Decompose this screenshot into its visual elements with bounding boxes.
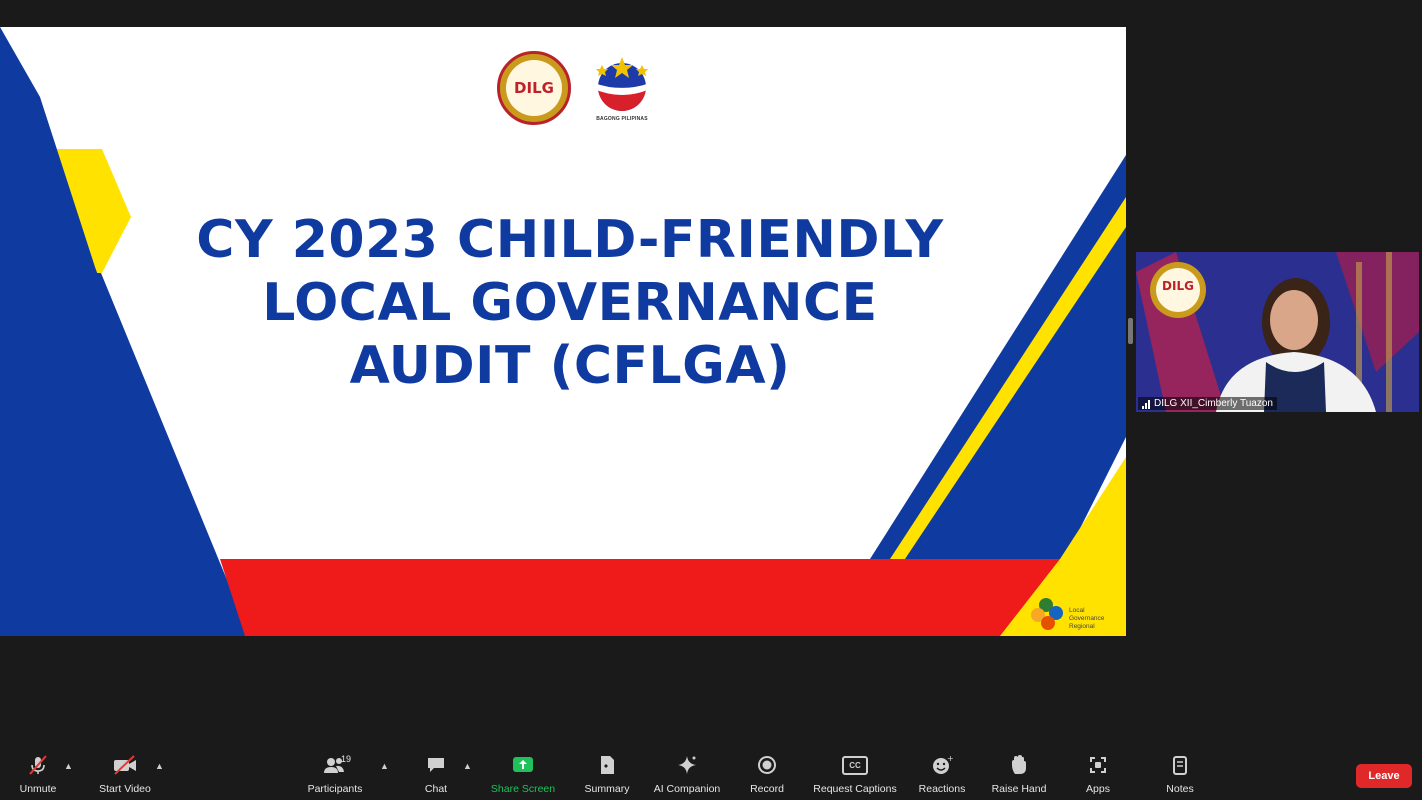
participant-video-tile[interactable]: DILG DILG XII_Cimberly Tuazon <box>1136 252 1419 412</box>
cc-icon-text: CC <box>842 755 868 775</box>
chat-options-caret-icon[interactable]: ▲ <box>463 761 472 771</box>
corner-logo-line-3: Regional <box>1069 623 1095 630</box>
bagong-pilipinas-caption: BAGONG PILIPINAS <box>596 116 648 122</box>
share-screen-icon <box>503 752 543 778</box>
signal-strength-icon <box>1142 399 1150 409</box>
hand-icon <box>999 752 1039 778</box>
shared-screen: DILG BAGONG PILIPINAS CY 2023 CHILD-FRIE… <box>0 27 1126 636</box>
share-screen-button[interactable]: Share Screen <box>488 752 558 800</box>
record-icon <box>747 752 787 778</box>
participants-icon: 19 <box>315 752 355 778</box>
apps-label: Apps <box>1086 783 1110 795</box>
apps-button[interactable]: Apps <box>1078 752 1118 800</box>
slide-title-line-2: LOCAL GOVERNANCE <box>262 273 878 333</box>
bottom-red-band <box>220 559 1060 636</box>
bagong-pilipinas-logo: BAGONG PILIPINAS <box>586 53 658 125</box>
raise-hand-button[interactable]: Raise Hand <box>988 752 1050 800</box>
request-captions-button[interactable]: CC Request Captions <box>810 752 900 800</box>
unmute-label: Unmute <box>19 783 57 795</box>
record-label: Record <box>750 783 784 795</box>
participant-count: 19 <box>341 754 352 764</box>
chat-icon <box>416 752 456 778</box>
participant-video-frame <box>1136 252 1419 412</box>
video-panel-resize-handle[interactable] <box>1128 318 1133 344</box>
smiley-icon: + <box>922 752 962 778</box>
request-captions-label: Request Captions <box>813 783 897 795</box>
slide-title-line-1: CY 2023 CHILD-FRIENDLY <box>196 210 944 270</box>
ai-companion-label: AI Companion <box>653 783 721 795</box>
dilg-logo: DILG <box>497 51 571 125</box>
video-options-caret-icon[interactable]: ▲ <box>155 761 164 771</box>
share-screen-label: Share Screen <box>490 783 556 795</box>
slide-title-line-3: AUDIT (CFLGA) <box>349 336 791 396</box>
record-button[interactable]: Record <box>746 752 788 800</box>
ai-companion-button[interactable]: AI Companion <box>648 752 726 800</box>
svg-text:+: + <box>947 754 953 763</box>
meeting-toolbar: Unmute ▲ Start Video ▲ 19 Participants ▲ <box>0 752 1422 800</box>
notes-icon <box>1160 752 1200 778</box>
dilg-logo-text: DILG <box>506 60 562 116</box>
reactions-button[interactable]: + Reactions <box>914 752 970 800</box>
sparkle-icon <box>667 752 707 778</box>
closed-captions-icon: CC <box>835 752 875 778</box>
chat-button[interactable]: Chat <box>416 752 456 800</box>
video-off-icon <box>105 752 145 778</box>
chat-label: Chat <box>424 783 448 795</box>
start-video-label: Start Video <box>99 783 151 795</box>
summary-label: Summary <box>584 783 630 795</box>
participant-name-label: DILG XII_Cimberly Tuazon <box>1138 397 1277 410</box>
corner-logo-line-1: Local <box>1069 607 1085 614</box>
notes-label: Notes <box>1166 783 1194 795</box>
muted-microphone-icon <box>18 752 58 778</box>
summary-button[interactable]: Summary <box>580 752 634 800</box>
participants-button[interactable]: 19 Participants <box>302 752 368 800</box>
participants-options-caret-icon[interactable]: ▲ <box>380 761 389 771</box>
corner-logo-line-2: Governance <box>1069 615 1105 622</box>
start-video-button[interactable]: Start Video <box>92 752 158 800</box>
raise-hand-label: Raise Hand <box>991 783 1047 795</box>
summary-icon <box>587 752 627 778</box>
audio-options-caret-icon[interactable]: ▲ <box>64 761 73 771</box>
leave-button[interactable]: Leave <box>1356 764 1412 788</box>
participants-label: Participants <box>307 783 363 795</box>
slide-title: CY 2023 CHILD-FRIENDLY LOCAL GOVERNANCE … <box>130 209 1010 398</box>
background-dilg-text: DILG <box>1162 279 1194 293</box>
notes-button[interactable]: Notes <box>1160 752 1200 800</box>
reactions-label: Reactions <box>918 783 966 795</box>
bagong-pilipinas-emblem <box>594 57 650 111</box>
unmute-button[interactable]: Unmute <box>12 752 64 800</box>
corner-logo-text: Local Governance Regional <box>1069 607 1125 631</box>
participant-name: DILG XII_Cimberly Tuazon <box>1154 398 1273 409</box>
apps-icon <box>1078 752 1118 778</box>
